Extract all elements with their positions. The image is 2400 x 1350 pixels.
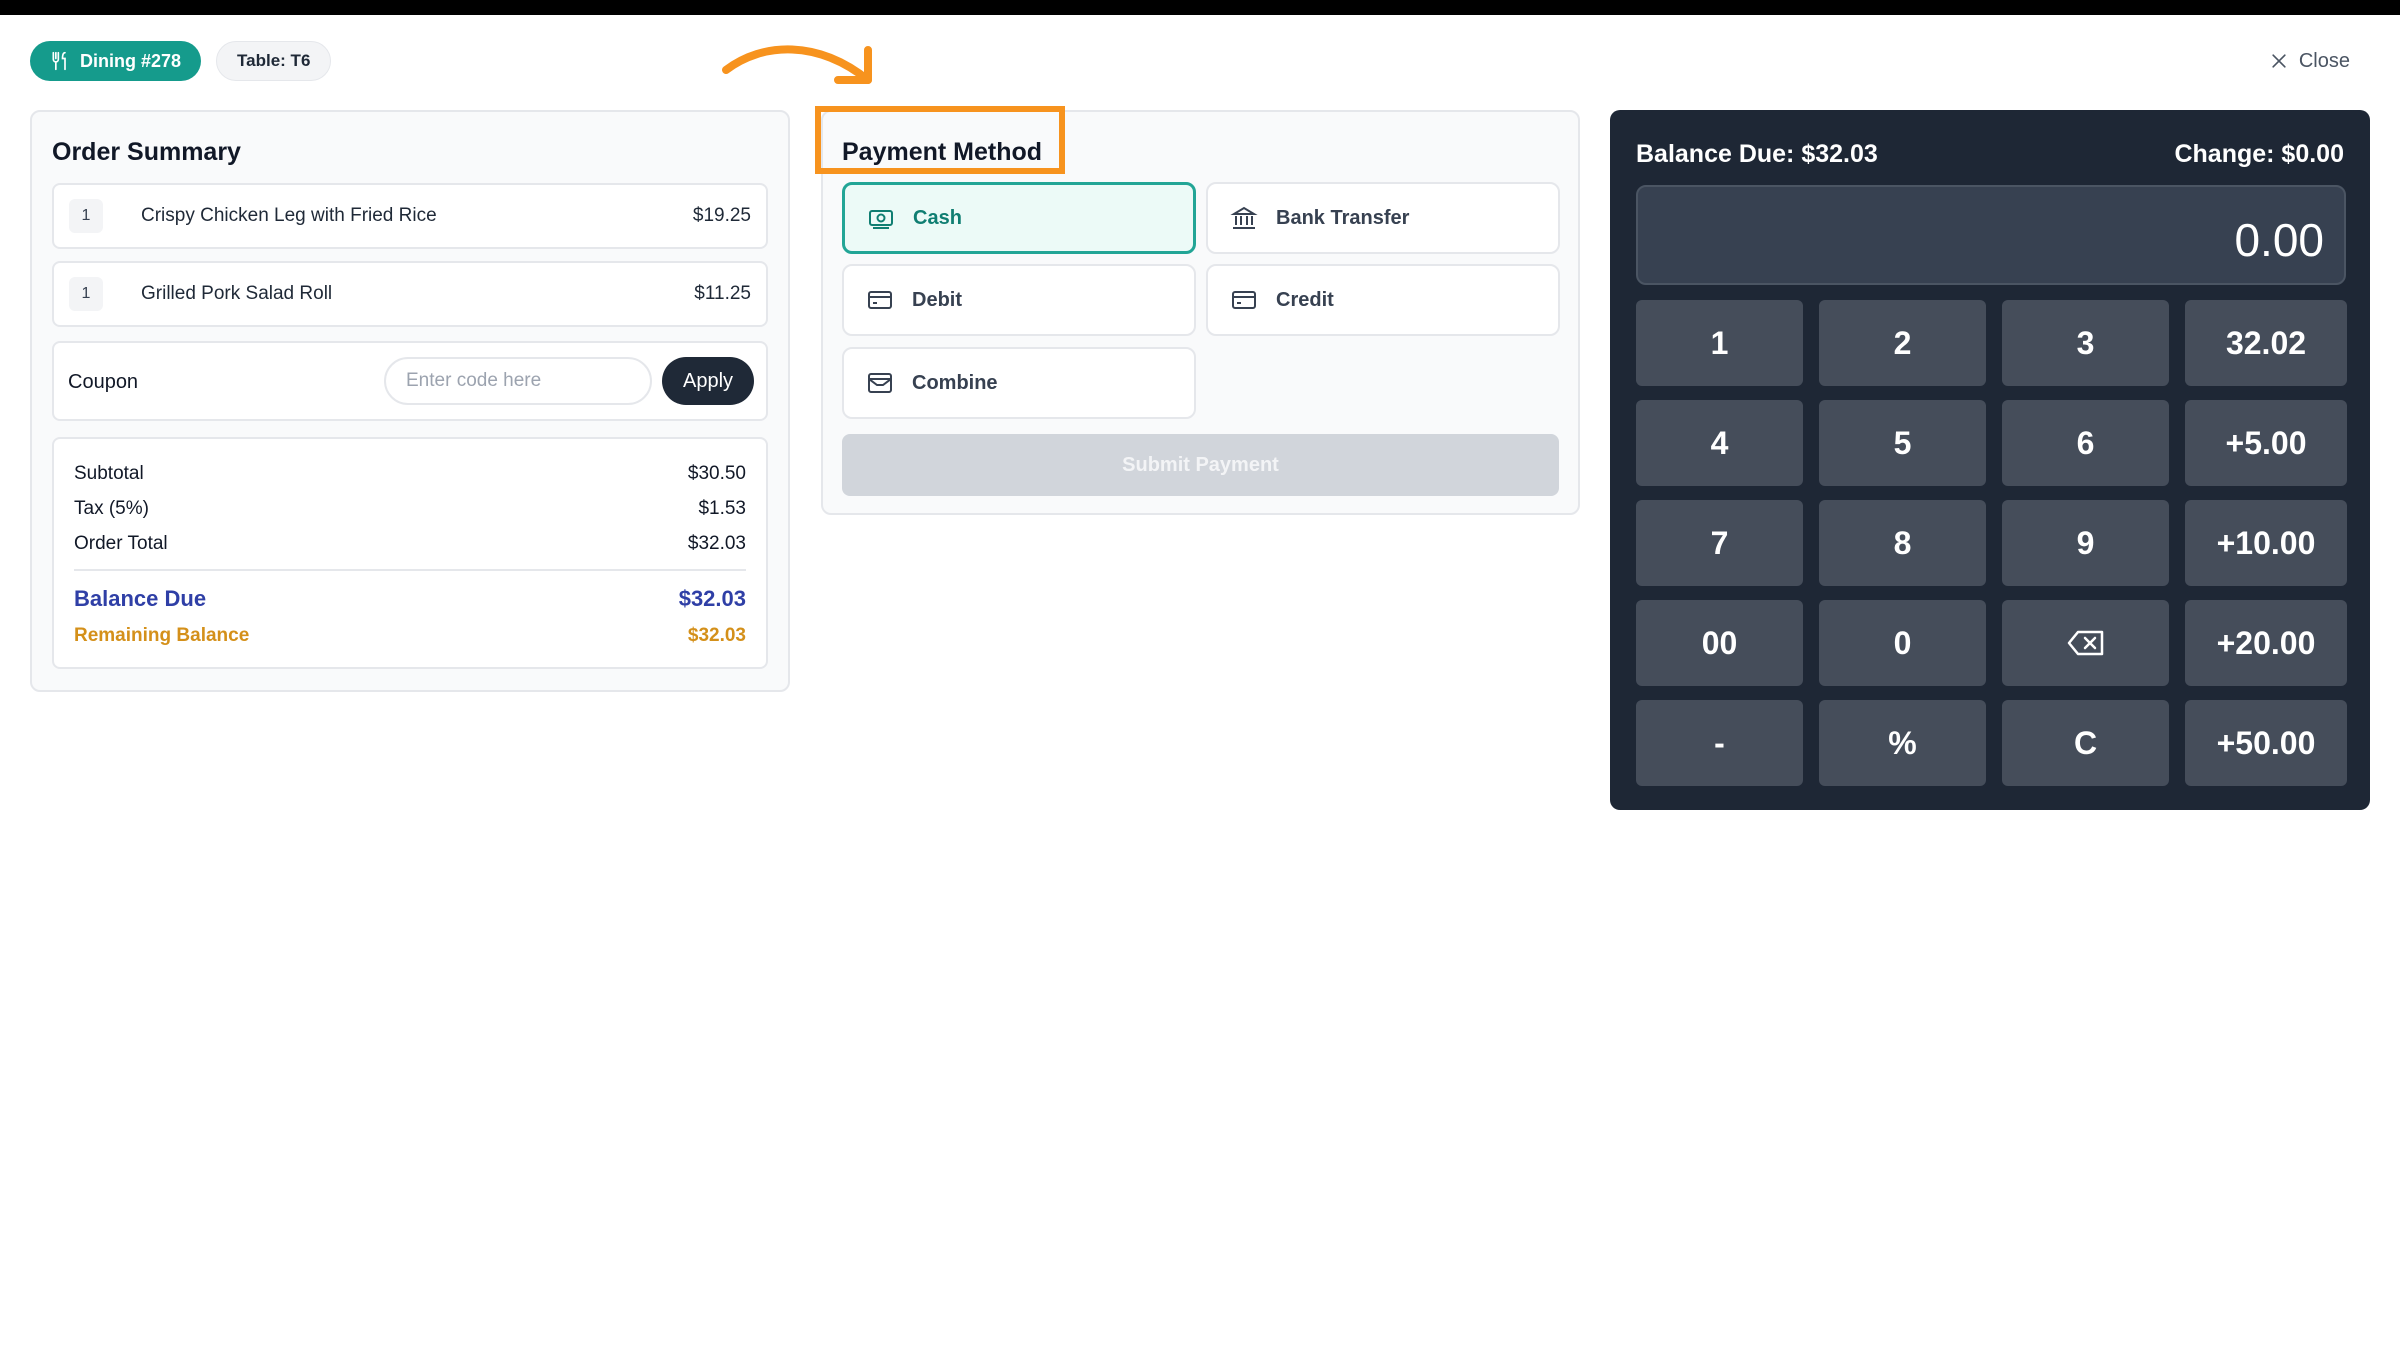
payment-option-label: Bank Transfer [1276,206,1410,229]
bank-icon [1230,206,1258,229]
order-total-label: Order Total [74,533,168,554]
item-quantity: 1 [69,277,103,311]
subtotal-label: Subtotal [74,463,144,484]
calculator-change: Change: $0.00 [2174,140,2344,168]
item-quantity: 1 [69,199,103,233]
payment-option-credit[interactable]: Credit [1206,264,1560,336]
balance-due-label: Balance Due [74,586,207,611]
coupon-label: Coupon [68,371,139,393]
calculator-keypad: 1 2 3 32.02 4 5 6 +5.00 7 8 9 +10.00 00 … [1636,300,2347,786]
tax-label: Tax (5%) [74,498,149,519]
key-1[interactable]: 1 [1636,300,1803,386]
item-name: Crispy Chicken Leg with Fried Rice [141,205,437,226]
key-8[interactable]: 8 [1819,500,1986,586]
payment-method-highlight [815,106,1065,174]
cash-icon [869,210,893,229]
item-price: $19.25 [692,205,751,226]
close-label: Close [2298,49,2350,72]
key-6[interactable]: 6 [2002,400,2169,486]
backspace-icon [2067,630,2103,656]
order-summary-title: Order Summary [52,138,241,166]
payment-option-label: Cash [913,206,962,229]
key-clear[interactable]: C [2002,700,2169,786]
key-5[interactable]: 5 [1819,400,1986,486]
key-3[interactable]: 3 [2002,300,2169,386]
card-icon [1232,291,1256,309]
key-percent[interactable]: % [1819,700,1986,786]
balance-due-row: Balance Due $32.03 [74,586,746,612]
payment-option-label: Debit [912,288,962,311]
coupon-section: Coupon Apply [52,341,768,421]
key-0[interactable]: 0 [1819,600,1986,686]
item-name: Grilled Pork Salad Roll [141,283,333,304]
payment-option-cash[interactable]: Cash [842,182,1196,254]
key-add-5[interactable]: +5.00 [2185,400,2347,486]
key-9[interactable]: 9 [2002,500,2169,586]
key-minus[interactable]: - [1636,700,1803,786]
payment-option-label: Credit [1276,288,1334,311]
subtotal-value: $30.50 [687,463,746,484]
item-price: $11.25 [694,283,751,304]
balance-due-value: $32.03 [678,586,746,611]
key-backspace[interactable] [2002,600,2169,686]
key-add-20[interactable]: +20.00 [2185,600,2347,686]
order-item: 1 Grilled Pork Salad Roll $11.25 [52,261,768,327]
wallet-icon [868,373,892,393]
key-2[interactable]: 2 [1819,300,1986,386]
order-item: 1 Crispy Chicken Leg with Fried Rice $19… [52,183,768,249]
apply-coupon-button[interactable]: Apply [662,357,754,405]
key-add-50[interactable]: +50.00 [2185,700,2347,786]
coupon-code-input[interactable] [384,357,652,405]
payment-option-bank-transfer[interactable]: Bank Transfer [1206,182,1560,254]
tax-row: Tax (5%) $1.53 [74,498,746,520]
payment-option-label: Combine [912,371,998,394]
close-icon [2272,54,2286,68]
calculator-display: 0.00 [1636,185,2346,285]
close-button[interactable]: Close [2269,44,2350,78]
remaining-balance-value: $32.03 [687,625,746,646]
card-icon [868,291,892,309]
remaining-balance-row: Remaining Balance $32.03 [74,625,746,647]
tax-value: $1.53 [698,498,746,519]
top-bar [0,0,2400,15]
dining-order-label: Dining #278 [80,50,182,71]
dining-order-badge: Dining #278 [30,41,202,81]
table-badge: Table: T6 [216,41,332,81]
key-7[interactable]: 7 [1636,500,1803,586]
order-total-row: Order Total $32.03 [74,533,746,555]
key-add-10[interactable]: +10.00 [2185,500,2347,586]
remaining-balance-label: Remaining Balance [74,625,250,646]
totals-section: Subtotal $30.50 Tax (5%) $1.53 Order Tot… [52,437,768,669]
calculator-balance-due: Balance Due: $32.03 [1636,140,1878,168]
header: Dining #278 Table: T6 [30,41,332,81]
payment-option-debit[interactable]: Debit [842,264,1196,336]
totals-divider [74,569,746,571]
subtotal-row: Subtotal $30.50 [74,463,746,485]
key-00[interactable]: 00 [1636,600,1803,686]
key-exact-amount[interactable]: 32.02 [2185,300,2347,386]
order-total-value: $32.03 [687,533,746,554]
payment-option-combine[interactable]: Combine [842,347,1196,419]
arrow-annotation-icon [722,45,872,84]
submit-payment-button[interactable]: Submit Payment [842,434,1559,496]
utensils-icon [52,51,66,71]
payment-calculator: Balance Due: $32.03 Change: $0.00 0.00 1… [1610,110,2370,810]
key-4[interactable]: 4 [1636,400,1803,486]
order-summary-panel: Order Summary 1 Crispy Chicken Leg with … [30,110,790,692]
